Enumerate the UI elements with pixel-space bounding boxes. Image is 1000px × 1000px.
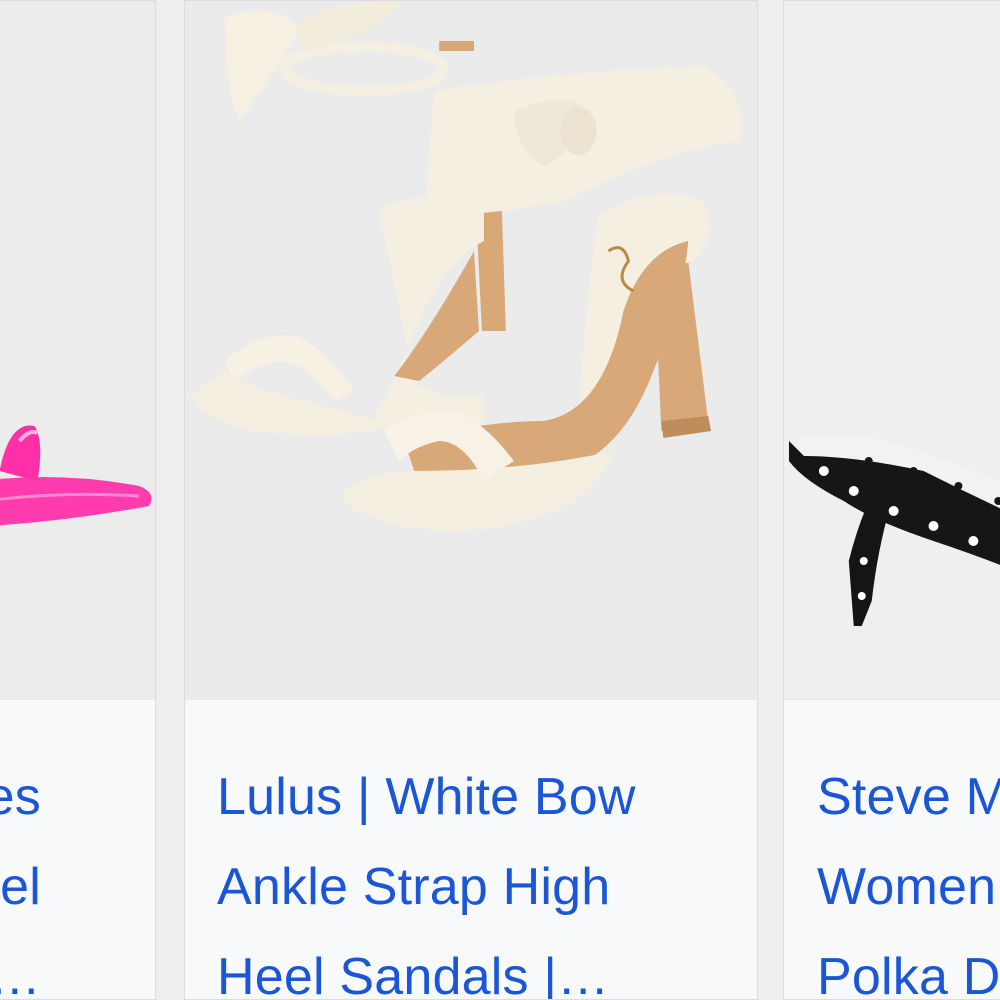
white-bow-sandals-illustration bbox=[185, 1, 757, 699]
result-caption[interactable]: Lulus | White Bow Ankle Strap High Heel … bbox=[185, 699, 757, 999]
product-image-polka-dot-mule[interactable] bbox=[784, 1, 1000, 699]
result-title-link[interactable]: Lulus | White Bow Ankle Strap High Heel … bbox=[217, 752, 737, 999]
result-card-pink-sandal[interactable]: es el Pin… bbox=[0, 0, 156, 1000]
result-card-polka-dot-mule[interactable]: Steve M Women Polka D bbox=[783, 0, 1000, 1000]
product-image-pink-sandal[interactable] bbox=[0, 1, 155, 699]
result-card-white-bow-sandals[interactable]: Lulus | White Bow Ankle Strap High Heel … bbox=[184, 0, 758, 1000]
result-caption[interactable]: Steve M Women Polka D bbox=[784, 699, 1000, 999]
result-caption[interactable]: es el Pin… bbox=[0, 699, 155, 999]
image-results-strip: es el Pin… bbox=[0, 0, 1000, 1000]
product-image-white-bow-sandals[interactable] bbox=[185, 1, 757, 699]
pink-sandal-illustration bbox=[0, 1, 155, 699]
result-title-link[interactable]: es el Pin… bbox=[0, 752, 41, 999]
result-title-link[interactable]: Steve M Women Polka D bbox=[817, 752, 1000, 999]
polka-dot-mule-illustration bbox=[784, 1, 1000, 699]
